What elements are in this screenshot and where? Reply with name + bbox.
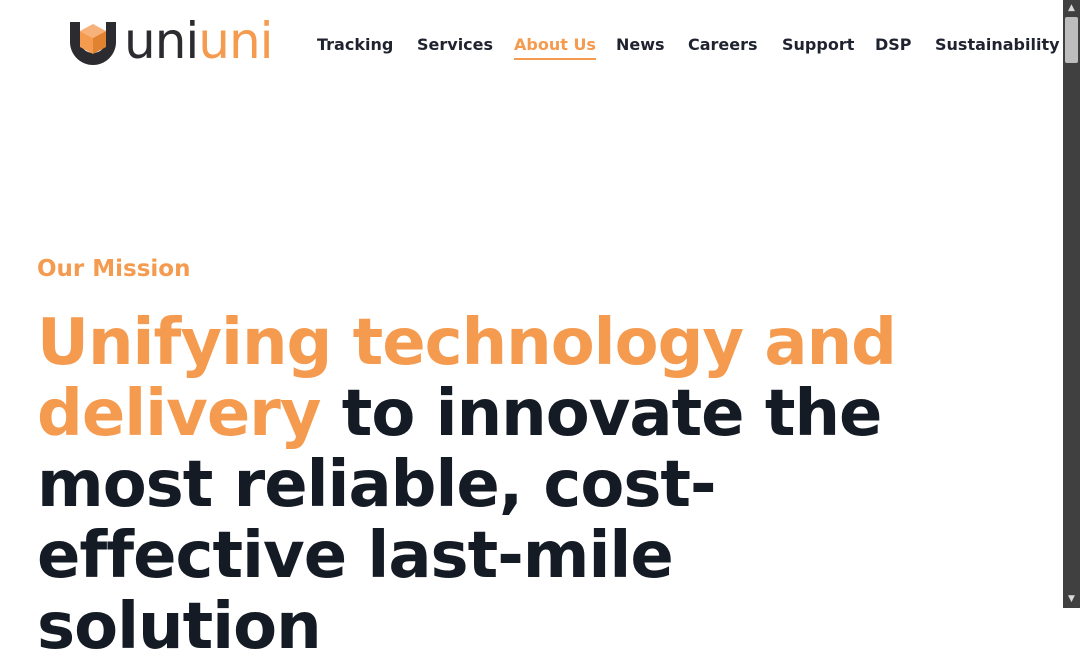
brand-logo[interactable]: uniuni (68, 16, 274, 72)
logo-wordmark: uniuni (124, 16, 274, 66)
nav-item-support[interactable]: Support (782, 34, 854, 56)
vertical-scrollbar[interactable]: ▲ ▼ (1063, 0, 1080, 608)
nav-item-tracking[interactable]: Tracking (317, 34, 393, 56)
nav-item-careers[interactable]: Careers (688, 34, 758, 56)
site-header: uniuni Tracking Services About Us News C… (0, 0, 1063, 90)
nav-item-dsp[interactable]: DSP (875, 34, 912, 56)
nav-item-sustainability[interactable]: Sustainability (935, 34, 1060, 56)
nav-item-news[interactable]: News (616, 34, 665, 56)
nav-item-services[interactable]: Services (417, 34, 493, 56)
scroll-up-arrow-icon[interactable]: ▲ (1063, 0, 1080, 17)
scrollbar-thumb[interactable] (1065, 17, 1078, 63)
logo-word-uni-dark: uni (124, 12, 199, 70)
logo-word-uni-orange: uni (198, 12, 273, 70)
mission-eyebrow: Our Mission (37, 256, 191, 282)
mission-headline: Unifying technology and delivery to inno… (37, 308, 937, 663)
scroll-down-arrow-icon[interactable]: ▼ (1063, 591, 1080, 608)
nav-item-about-us[interactable]: About Us (514, 34, 596, 60)
cube-shield-icon (70, 22, 116, 65)
